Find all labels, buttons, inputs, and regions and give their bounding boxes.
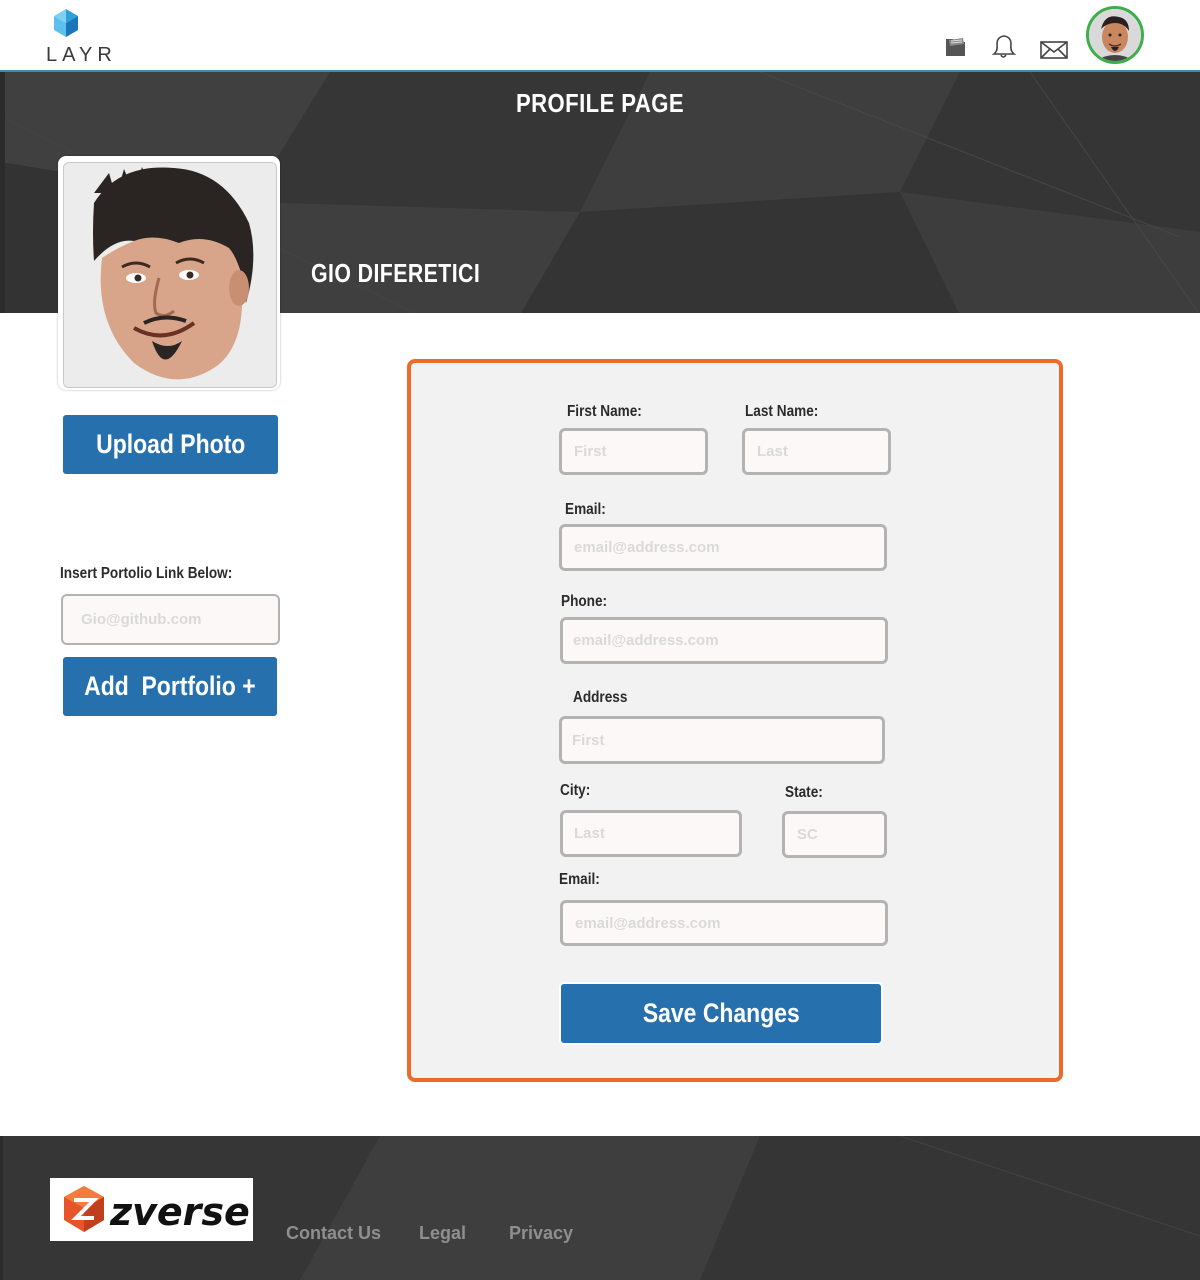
avatar-image: [1089, 9, 1141, 61]
save-changes-button[interactable]: Save Changes: [561, 984, 881, 1043]
footer-link-privacy[interactable]: Privacy: [509, 1223, 573, 1244]
state-input[interactable]: [782, 811, 887, 858]
city-label: City:: [560, 782, 591, 799]
top-header: LAYR: [0, 0, 1200, 70]
phone-label: Phone:: [561, 593, 608, 610]
email-input[interactable]: [559, 524, 887, 571]
zverse-logo-mark: zverse: [64, 1186, 250, 1234]
profile-caricature: [64, 163, 276, 387]
first-name-input[interactable]: [559, 428, 708, 475]
add-portfolio-label: Add Portfolio +: [84, 671, 256, 701]
user-name: GIO DIFERETICI: [311, 258, 481, 288]
header-avatar[interactable]: [1086, 6, 1144, 64]
zverse-wordmark: zverse: [109, 1190, 250, 1234]
mail-icon[interactable]: [1040, 40, 1068, 60]
address-label: Address: [573, 689, 628, 706]
bell-icon[interactable]: [989, 33, 1017, 61]
first-name-label: First Name:: [567, 403, 642, 420]
upload-photo-label: Upload Photo: [95, 429, 246, 459]
profile-photo: [63, 162, 277, 388]
upload-photo-button[interactable]: Upload Photo: [63, 415, 278, 474]
secondary-email-label: Email:: [559, 871, 600, 888]
footer-link-contact[interactable]: Contact Us: [286, 1223, 381, 1244]
address-input[interactable]: [559, 716, 885, 764]
last-name-input[interactable]: [742, 428, 891, 475]
logo-text: LAYR: [46, 44, 117, 66]
profile-photo-frame: [58, 156, 280, 390]
last-name-label: Last Name:: [745, 403, 819, 420]
portfolio-link-label: Insert Portolio Link Below:: [60, 565, 233, 582]
state-label: State:: [785, 784, 823, 801]
save-changes-label: Save Changes: [642, 998, 800, 1028]
zverse-logo[interactable]: zverse: [50, 1178, 253, 1241]
footer: zverse Contact Us Legal Privacy: [0, 1136, 1200, 1280]
secondary-email-input[interactable]: [560, 900, 888, 946]
email-label: Email:: [565, 501, 606, 518]
footer-link-legal[interactable]: Legal: [419, 1223, 466, 1244]
phone-input[interactable]: [560, 617, 888, 664]
page-title: PROFILE PAGE: [515, 88, 685, 118]
city-input[interactable]: [560, 810, 742, 857]
folder-icon[interactable]: [944, 36, 968, 58]
add-portfolio-button[interactable]: Add Portfolio +: [63, 657, 277, 716]
portfolio-link-input[interactable]: [61, 594, 280, 645]
